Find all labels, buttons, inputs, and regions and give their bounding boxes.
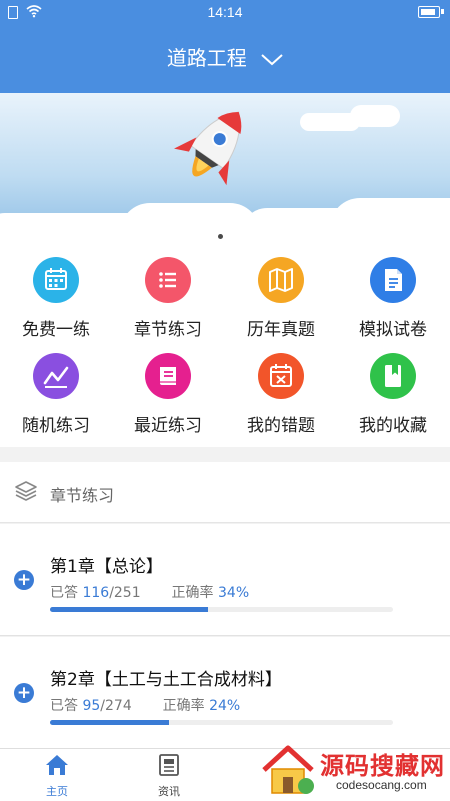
- status-time: 14:14: [207, 4, 243, 20]
- cloud: [330, 198, 450, 243]
- grid-item-label: 我的收藏: [359, 416, 427, 436]
- page-title: 道路工程: [166, 46, 247, 70]
- map-icon: [258, 257, 304, 303]
- feature-grid: 免费一练 章节练习 历年真题 模拟试卷 随机练习 最近练习 我的错题 我的收藏: [0, 243, 450, 447]
- answered-count: 116: [82, 585, 110, 601]
- answered-count: 95: [82, 698, 101, 714]
- grid-item-label: 历年真题: [247, 320, 315, 340]
- chapter-stats: 已答 116/251 正确率 34%: [50, 582, 249, 602]
- status-bar: 14:14: [0, 0, 450, 24]
- subject-selector[interactable]: 道路工程: [0, 42, 450, 71]
- watermark: 源码搜藏网 codesocang.com: [250, 740, 450, 800]
- expand-icon[interactable]: +: [14, 683, 34, 703]
- progress-bar: [50, 720, 393, 725]
- list-icon: [145, 257, 191, 303]
- accuracy-label: 正确率: [171, 585, 214, 601]
- home-icon: [46, 755, 68, 775]
- grid-item-random-practice[interactable]: 随机练习: [0, 339, 112, 436]
- chevron-down-icon: [261, 53, 283, 65]
- cloud: [350, 105, 400, 127]
- section-title: 章节练习: [50, 486, 115, 505]
- layers-icon: [15, 481, 37, 501]
- nav-label: 主页: [46, 785, 68, 798]
- grid-item-label: 最近练习: [134, 416, 202, 436]
- section-header: 章节练习: [0, 462, 450, 523]
- grid-item-my-mistakes[interactable]: 我的错题: [225, 339, 337, 436]
- grid-item-past-papers[interactable]: 历年真题: [225, 243, 337, 340]
- grid-item-label: 章节练习: [134, 320, 202, 340]
- app-header: 14:14 道路工程: [0, 0, 450, 93]
- grid-item-label: 我的错题: [247, 416, 315, 436]
- calendar-icon: [33, 257, 79, 303]
- battery-tip: [441, 9, 444, 14]
- grid-item-label: 模拟试卷: [359, 320, 427, 340]
- chapter-name: 第2章【土工与土工合成材料】: [50, 670, 282, 690]
- grid-item-free-practice[interactable]: 免费一练: [0, 243, 112, 340]
- progress-bar: [50, 607, 393, 612]
- total-count: /251: [109, 585, 141, 601]
- chapter-name: 第1章【总论】: [50, 557, 163, 577]
- carousel-dot[interactable]: [218, 234, 223, 239]
- carousel-dot[interactable]: [236, 234, 241, 239]
- bookmark-icon: [370, 353, 416, 399]
- accuracy-value: 34%: [218, 585, 250, 601]
- news-icon: [159, 754, 179, 776]
- chapter-item[interactable]: + 第2章【土工与土工合成材料】 已答 95/274 正确率 24%: [0, 637, 450, 749]
- answered-label: 已答: [50, 585, 78, 601]
- chapter-item[interactable]: + 第1章【总论】 已答 116/251 正确率 34%: [0, 524, 450, 636]
- battery-icon: [418, 6, 440, 18]
- carousel-dot[interactable]: [227, 234, 232, 239]
- error-calendar-icon: [258, 353, 304, 399]
- trend-icon: [33, 353, 79, 399]
- expand-icon[interactable]: +: [14, 570, 34, 590]
- watermark-title: 源码搜藏网: [320, 752, 445, 780]
- grid-item-label: 随机练习: [22, 416, 90, 436]
- accuracy-value: 24%: [209, 698, 241, 714]
- progress-fill: [50, 720, 170, 725]
- document-icon: [370, 257, 416, 303]
- nav-news[interactable]: 资讯: [139, 753, 199, 799]
- progress-fill: [50, 607, 209, 612]
- chapter-stats: 已答 95/274 正确率 24%: [50, 695, 240, 715]
- rocket-illustration: [174, 111, 242, 186]
- carousel-indicators: [216, 224, 243, 243]
- watermark-url: codesocang.com: [336, 778, 427, 792]
- banner-carousel[interactable]: [0, 93, 450, 243]
- answered-label: 已答: [50, 698, 78, 714]
- total-count: /274: [100, 698, 132, 714]
- nav-label: 资讯: [158, 785, 180, 798]
- grid-item-chapter-practice[interactable]: 章节练习: [112, 243, 224, 340]
- grid-item-my-favorites[interactable]: 我的收藏: [337, 339, 449, 436]
- grid-item-recent-practice[interactable]: 最近练习: [112, 339, 224, 436]
- grid-item-label: 免费一练: [22, 320, 90, 340]
- house-logo-icon: [262, 745, 314, 794]
- grid-item-mock-exam[interactable]: 模拟试卷: [337, 243, 449, 340]
- book-icon: [145, 353, 191, 399]
- accuracy-label: 正确率: [162, 698, 205, 714]
- nav-home[interactable]: 主页: [27, 753, 87, 799]
